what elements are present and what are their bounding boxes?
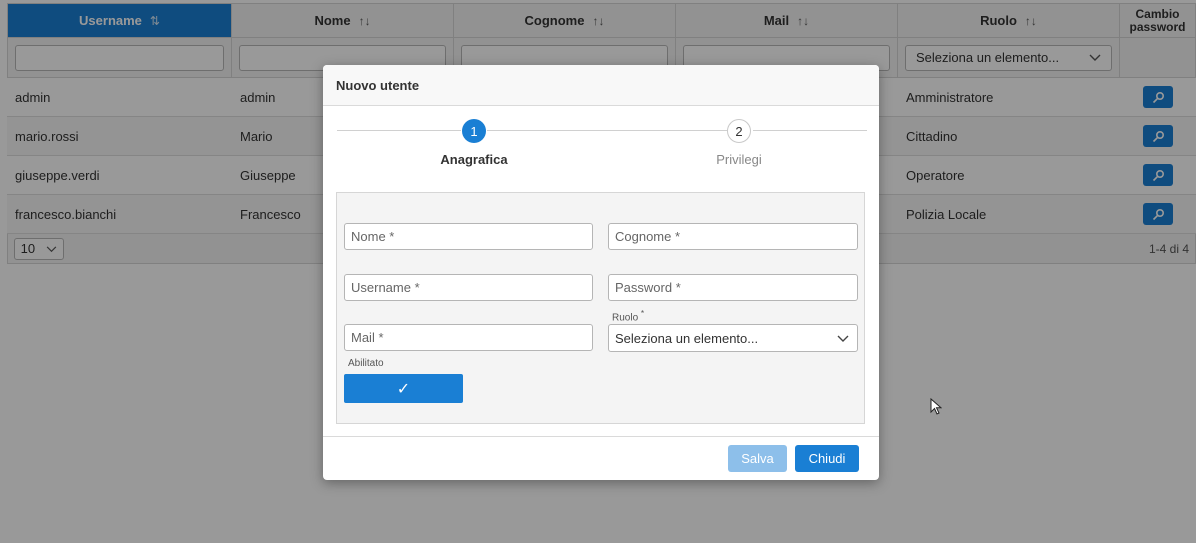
step-1-label[interactable]: Anagrafica: [414, 152, 534, 167]
abilitato-label: Abilitato: [348, 358, 384, 369]
required-marker: *: [640, 308, 645, 318]
step-connector: [487, 130, 727, 131]
save-button[interactable]: Salva: [728, 445, 787, 472]
checkmark-icon: ✓: [396, 380, 411, 398]
ruolo-label-text: Ruolo: [612, 312, 639, 324]
select-placeholder: Seleziona un elemento...: [615, 330, 759, 346]
dialog-footer: Salva Chiudi: [323, 436, 879, 480]
step-2-label[interactable]: Privilegi: [679, 152, 799, 167]
wizard-stepper: 1 2 Anagrafica Privilegi: [337, 119, 867, 179]
new-user-dialog: Nuovo utente 1 2 Anagrafica Privilegi Ru…: [323, 65, 879, 480]
nome-field[interactable]: [344, 223, 593, 250]
step-connector: [753, 130, 867, 131]
mouse-pointer-icon: [930, 398, 942, 415]
dialog-title: Nuovo utente: [323, 65, 879, 106]
password-field[interactable]: [608, 274, 858, 301]
step-2-indicator[interactable]: 2: [727, 119, 751, 143]
mail-field[interactable]: [344, 324, 593, 351]
step-1-indicator[interactable]: 1: [462, 119, 486, 143]
close-button[interactable]: Chiudi: [795, 445, 859, 472]
ruolo-select[interactable]: Seleziona un elemento...: [608, 324, 858, 352]
step-connector: [337, 130, 461, 131]
cognome-field[interactable]: [608, 223, 858, 250]
chevron-down-icon: [837, 331, 849, 346]
username-field[interactable]: [344, 274, 593, 301]
ruolo-label: Ruolo *: [612, 308, 644, 323]
abilitato-toggle[interactable]: ✓: [344, 374, 463, 403]
anagrafica-form: Ruolo * Seleziona un elemento... Abilita…: [336, 192, 865, 424]
